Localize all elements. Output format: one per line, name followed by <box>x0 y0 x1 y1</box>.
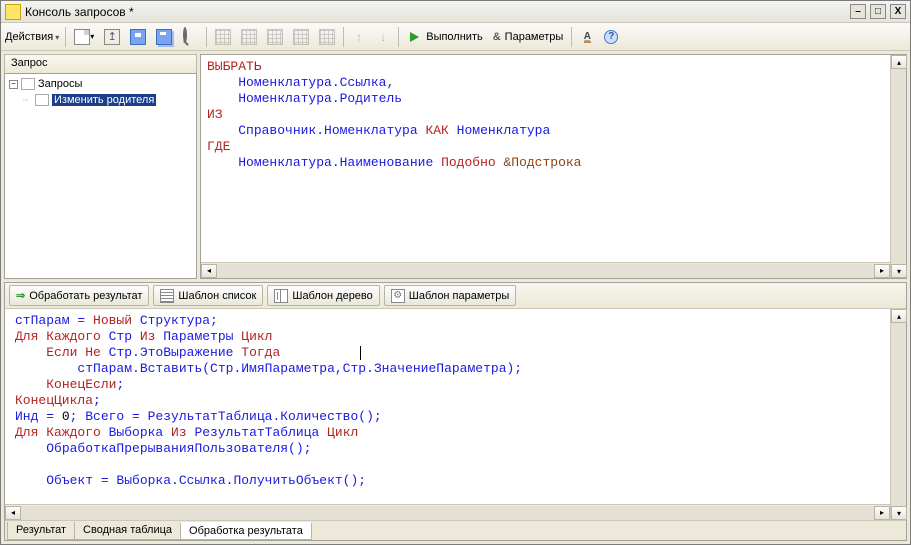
close-button[interactable]: X <box>890 4 906 19</box>
run-icon <box>16 289 25 302</box>
result-processing-pane: Обработать результат Шаблон список Шабло… <box>4 282 907 541</box>
grid1-button[interactable] <box>211 26 235 48</box>
grid5-button[interactable] <box>315 26 339 48</box>
collapse-icon[interactable]: − <box>9 80 18 89</box>
up-button[interactable]: ↑ <box>348 26 370 48</box>
find-button[interactable] <box>178 26 202 48</box>
actions-menu[interactable]: Действия <box>5 31 59 43</box>
template-tree-button[interactable]: Шаблон дерево <box>267 285 379 306</box>
query-tree-pane: Запрос − Запросы ┈ Изменить родителя <box>4 54 197 279</box>
magnifier-icon <box>183 27 187 43</box>
grid-icon <box>215 29 231 45</box>
execute-button[interactable]: Выполнить <box>403 26 486 48</box>
help-button[interactable]: ? <box>600 26 622 48</box>
query-console-window: Консоль запросов * – □ X Действия ▾ ↑ ↓ … <box>0 0 911 545</box>
tree-root[interactable]: − Запросы <box>7 76 194 92</box>
template-params-button[interactable]: Шаблон параметры <box>384 285 516 306</box>
main-toolbar: Действия ▾ ↑ ↓ Выполнить &Параметры A̲ ? <box>1 23 910 51</box>
query-tree[interactable]: − Запросы ┈ Изменить родителя <box>4 73 197 279</box>
v-scrollbar[interactable]: ▴▾ <box>890 55 906 278</box>
titlebar[interactable]: Консоль запросов * – □ X <box>1 1 910 23</box>
grid3-button[interactable] <box>263 26 287 48</box>
save-icon <box>130 29 146 45</box>
grid-icon <box>267 29 283 45</box>
leaf-icon: ┈ <box>23 95 32 106</box>
lower-toolbar: Обработать результат Шаблон список Шабло… <box>5 283 906 309</box>
open-button[interactable] <box>100 26 124 48</box>
v-scrollbar-lower[interactable]: ▴▾ <box>890 309 906 520</box>
grid4-button[interactable] <box>289 26 313 48</box>
grid-icon <box>319 29 335 45</box>
open-icon <box>104 29 120 45</box>
document-icon <box>74 29 90 45</box>
grid-icon <box>241 29 257 45</box>
template-list-button[interactable]: Шаблон список <box>153 285 263 306</box>
code-editor[interactable]: стПарам = Новый Структура; Для Каждого С… <box>5 309 890 504</box>
result-tabs: Результат Сводная таблица Обработка резу… <box>5 520 906 540</box>
tab-processing[interactable]: Обработка результата <box>180 522 312 540</box>
query-text-pane: ВЫБРАТЬ Номенклатура.Ссылка, Номенклатур… <box>200 54 907 279</box>
tree-icon <box>274 289 288 303</box>
h-scrollbar-lower[interactable]: ◂▸ <box>5 504 890 520</box>
grid2-button[interactable] <box>237 26 261 48</box>
tree-header: Запрос <box>4 54 197 73</box>
query-icon <box>35 94 49 106</box>
list-icon <box>160 289 174 303</box>
arrow-up-icon: ↑ <box>356 30 362 44</box>
saveall-icon <box>156 29 172 45</box>
tab-result[interactable]: Результат <box>7 522 75 540</box>
save-button[interactable] <box>126 26 150 48</box>
params-button[interactable]: &Параметры <box>489 26 568 48</box>
app-icon <box>5 4 21 20</box>
h-scrollbar[interactable]: ◂▸ <box>201 262 890 278</box>
query-editor[interactable]: ВЫБРАТЬ Номенклатура.Ссылка, Номенклатур… <box>201 55 890 262</box>
grid-icon <box>293 29 309 45</box>
maximize-button[interactable]: □ <box>870 4 886 19</box>
arrow-down-icon: ↓ <box>380 30 386 44</box>
folder-icon <box>21 78 35 90</box>
params-icon <box>391 289 405 303</box>
down-button[interactable]: ↓ <box>372 26 394 48</box>
minimize-button[interactable]: – <box>850 4 866 19</box>
process-result-button[interactable]: Обработать результат <box>9 285 149 306</box>
help-icon: ? <box>604 30 618 44</box>
abc-icon: A̲ <box>584 31 591 42</box>
play-icon <box>410 32 419 42</box>
syntax-button[interactable]: A̲ <box>576 26 598 48</box>
tab-pivot[interactable]: Сводная таблица <box>74 522 181 540</box>
window-title: Консоль запросов * <box>25 5 850 19</box>
saveall-button[interactable] <box>152 26 176 48</box>
new-button[interactable]: ▾ <box>70 26 98 48</box>
tree-item-change-parent[interactable]: ┈ Изменить родителя <box>7 92 194 108</box>
